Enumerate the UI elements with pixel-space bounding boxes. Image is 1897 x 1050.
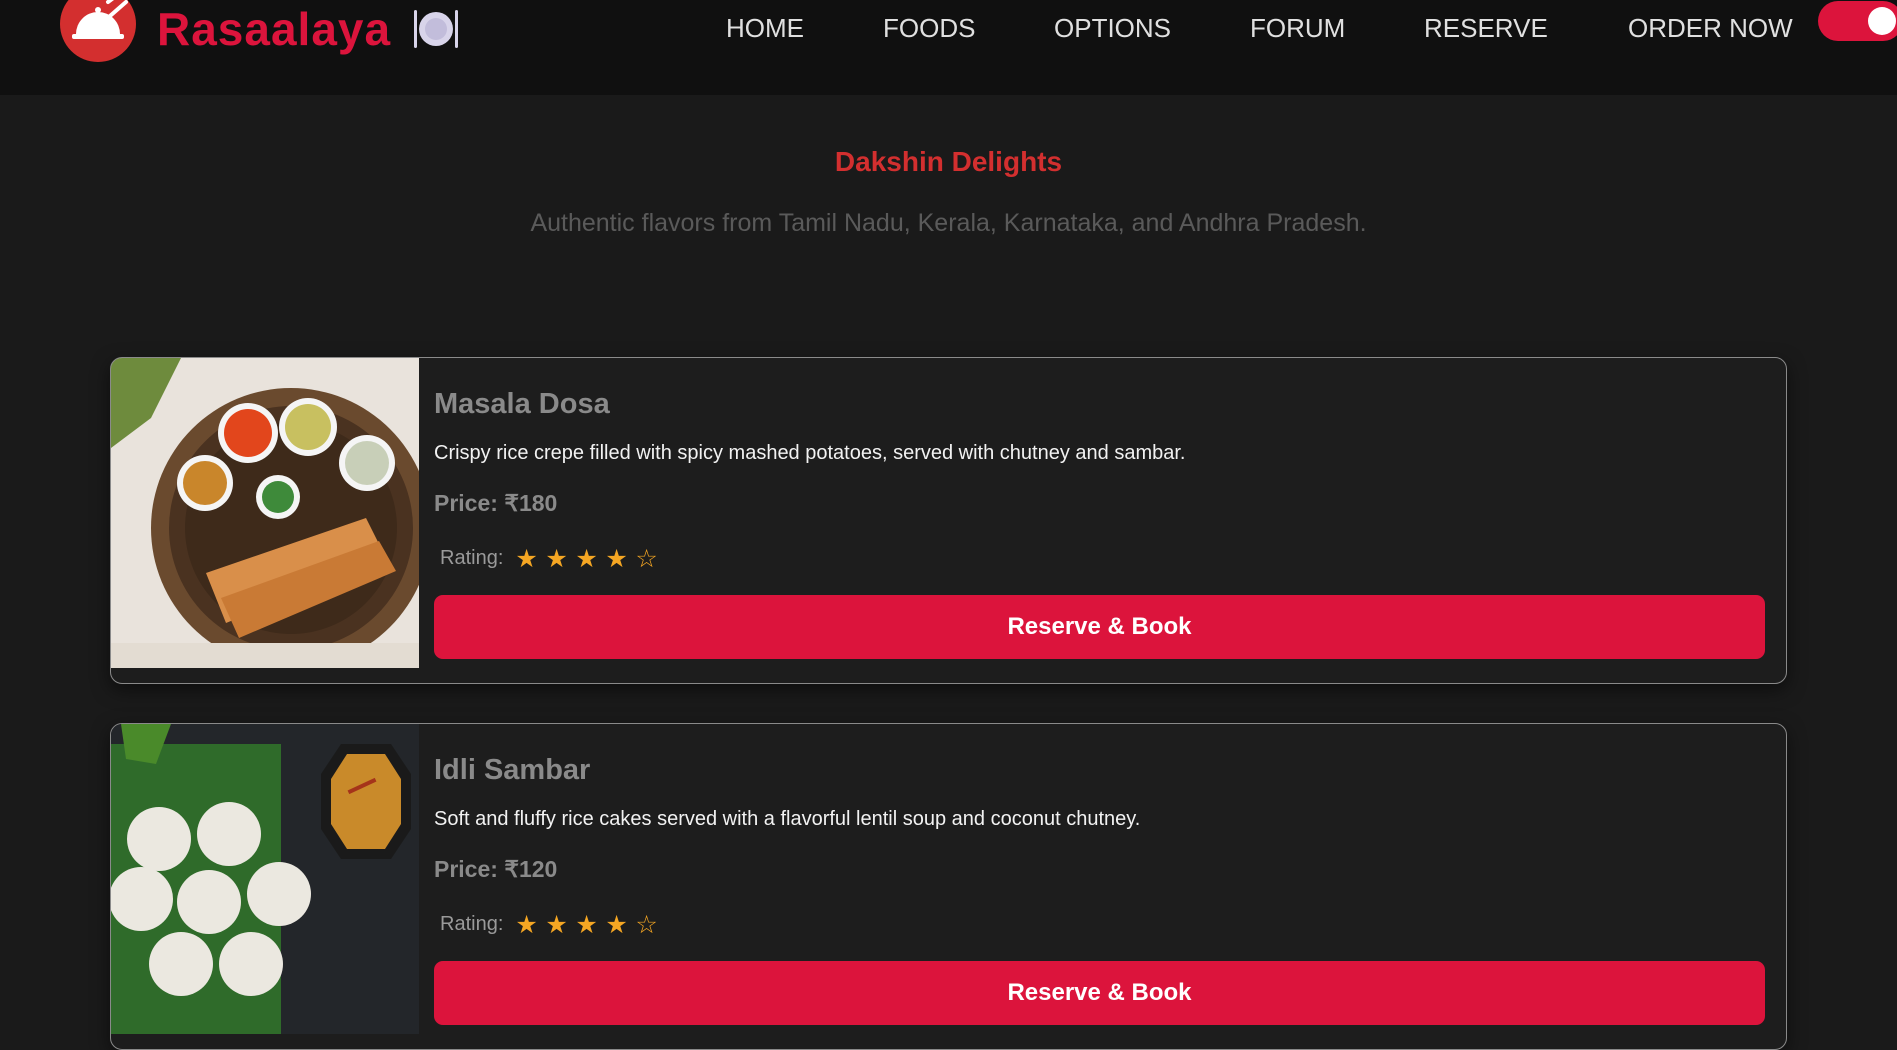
star-icon: ★ [605, 544, 628, 573]
star-icon: ★ [515, 544, 538, 573]
section-subtitle: Authentic flavors from Tamil Nadu, Keral… [530, 209, 1367, 237]
star-icon: ★ [575, 910, 598, 939]
food-description: Soft and fluffy rice cakes served with a… [434, 808, 1141, 830]
idli-sambar-image [111, 724, 419, 1034]
food-price: Price: ₹120 [434, 856, 558, 882]
rating-label: Rating: [440, 913, 504, 935]
star-empty-icon: ☆ [635, 910, 658, 939]
reserve-book-button[interactable]: Reserve & Book [434, 595, 1765, 659]
food-name: Idli Sambar [434, 754, 591, 786]
card-body: Idli Sambar Soft and fluffy rice cakes s… [434, 724, 1786, 1049]
card-body: Masala Dosa Crispy rice crepe filled wit… [434, 358, 1786, 683]
nav-foods[interactable]: FOODS [883, 13, 975, 44]
rating-label: Rating: [440, 547, 504, 569]
star-icon: ★ [575, 544, 598, 573]
nav-order-now[interactable]: ORDER NOW [1628, 13, 1793, 44]
brand-name[interactable]: Rasaalaya [157, 2, 391, 56]
food-name: Masala Dosa [434, 388, 610, 420]
food-card-idli-sambar: Idli Sambar Soft and fluffy rice cakes s… [110, 723, 1787, 1050]
plate-cutlery-icon [411, 4, 461, 54]
nav-reserve[interactable]: RESERVE [1424, 13, 1548, 44]
nav-options[interactable]: OPTIONS [1054, 13, 1171, 44]
star-icon: ★ [545, 910, 568, 939]
nav-forum[interactable]: FORUM [1250, 13, 1345, 44]
star-empty-icon: ☆ [635, 544, 658, 573]
star-icon: ★ [545, 544, 568, 573]
rating: Rating: ★ ★ ★ ★ ☆ [440, 544, 665, 573]
food-price: Price: ₹180 [434, 490, 558, 516]
food-card-masala-dosa: Masala Dosa Crispy rice crepe filled wit… [110, 357, 1787, 684]
masala-dosa-image [111, 358, 431, 668]
toggle-knob [1868, 7, 1896, 35]
navbar: Rasaalaya HOME FOODS OPTIONS FORUM RESER… [0, 0, 1897, 95]
rating: Rating: ★ ★ ★ ★ ☆ [440, 910, 665, 939]
nav-home[interactable]: HOME [726, 13, 804, 44]
reserve-book-button[interactable]: Reserve & Book [434, 961, 1765, 1025]
theme-toggle[interactable] [1818, 1, 1897, 41]
star-icon: ★ [515, 910, 538, 939]
star-icon: ★ [605, 910, 628, 939]
food-description: Crispy rice crepe filled with spicy mash… [434, 442, 1186, 464]
logo-icon[interactable] [60, 0, 136, 62]
section-title: Dakshin Delights [834, 146, 1063, 177]
